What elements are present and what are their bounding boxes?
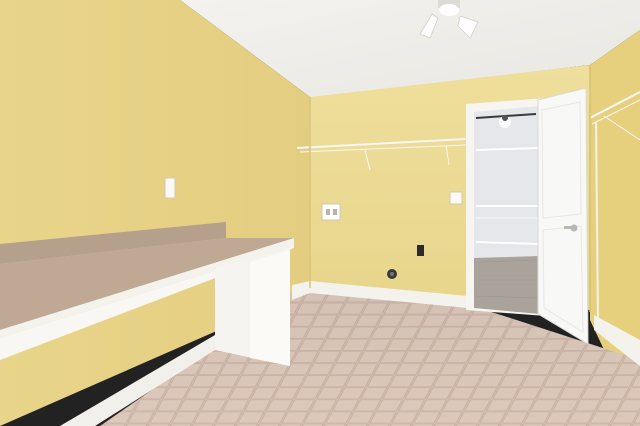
laundry-room-photo xyxy=(0,0,640,426)
door-side-outlet xyxy=(449,191,463,205)
closet-doorway xyxy=(466,98,546,316)
closet-floor xyxy=(474,256,540,314)
dryer-outlet xyxy=(417,245,424,256)
open-door xyxy=(537,87,589,345)
room-scene xyxy=(0,0,640,426)
wall-outlet xyxy=(164,177,176,199)
washer-box xyxy=(321,203,341,221)
